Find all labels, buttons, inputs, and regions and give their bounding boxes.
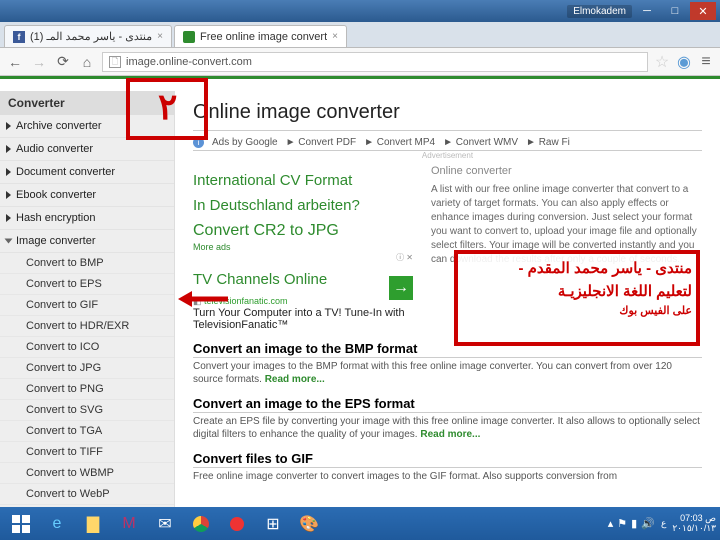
taskbar-ie-icon[interactable]: e	[40, 510, 74, 538]
page-icon: 🗋	[109, 56, 121, 68]
taskbar-mail-icon[interactable]: ✉	[148, 510, 182, 538]
info-icon: i	[193, 137, 204, 148]
tab-close-icon[interactable]: ×	[332, 31, 338, 42]
system-tray: ▴ ⚑ ▮ 🔊 ع 07:03 ص ٢٠١٥/١٠/١٣	[608, 514, 716, 534]
tray-flag-icon[interactable]: ⚑	[617, 517, 627, 530]
reload-button[interactable]: ⟳	[54, 53, 72, 71]
section-text: Convert your images to the BMP format wi…	[193, 360, 702, 386]
sub-svg[interactable]: Convert to SVG	[0, 400, 174, 421]
tray-up-icon[interactable]: ▴	[608, 517, 614, 530]
tab-strip: f (1) منتدى - ياسر محمد المـ × Free onli…	[0, 22, 720, 48]
ads-link[interactable]: ► Raw Fi	[526, 137, 570, 148]
ad-link-de[interactable]: In Deutschland arbeiten?	[193, 197, 413, 214]
go-arrow-icon[interactable]: →	[389, 276, 413, 300]
sub-bmp[interactable]: Convert to BMP	[0, 253, 174, 274]
read-more-link[interactable]: Read more...	[265, 374, 325, 385]
tray-vol-icon[interactable]: 🔊	[641, 517, 655, 530]
more-ads-link[interactable]: More ads	[193, 242, 413, 252]
section-heading: Convert an image to the BMP format	[193, 341, 702, 356]
sidebar-item-ebook[interactable]: Ebook converter	[0, 184, 174, 207]
sub-gif[interactable]: Convert to GIF	[0, 295, 174, 316]
sub-hdr[interactable]: Convert to HDR/EXR	[0, 316, 174, 337]
menu-icon[interactable]: ≡	[698, 54, 714, 70]
sub-ico[interactable]: Convert to ICO	[0, 337, 174, 358]
ad-host: ◧ televisionfanatic.com	[193, 296, 413, 307]
home-button[interactable]: ⌂	[78, 53, 96, 71]
browser-tab-1[interactable]: Free online image convert ×	[174, 25, 347, 47]
ad-link-tv[interactable]: TV Channels Online	[193, 271, 413, 288]
advert-label: Advertisement	[193, 151, 702, 160]
sidebar-item-audio[interactable]: Audio converter	[0, 138, 174, 161]
sidebar-item-document[interactable]: Document converter	[0, 161, 174, 184]
taskbar-chrome-icon[interactable]	[184, 510, 218, 538]
sub-jpg[interactable]: Convert to JPG	[0, 358, 174, 379]
browser-tab-0[interactable]: f (1) منتدى - ياسر محمد المـ ×	[4, 25, 172, 47]
read-more-link[interactable]: Read more...	[420, 429, 480, 440]
forward-button[interactable]: →	[30, 53, 48, 71]
sidebar-item-archive[interactable]: Archive converter	[0, 115, 174, 138]
sidebar-item-hash[interactable]: Hash encryption	[0, 207, 174, 230]
site-icon	[183, 31, 195, 43]
section-text: Create an EPS file by converting your im…	[193, 415, 702, 441]
tab-close-icon[interactable]: ×	[157, 31, 163, 42]
taskbar-opera-icon[interactable]	[220, 510, 254, 538]
extension-icon[interactable]: ◉	[676, 54, 692, 70]
close-button[interactable]: ✕	[690, 2, 716, 20]
facebook-icon: f	[13, 31, 25, 43]
start-button[interactable]	[4, 510, 38, 538]
tray-clock[interactable]: 07:03 ص ٢٠١٥/١٠/١٣	[672, 514, 716, 534]
ads-bar: i Ads by Google ► Convert PDF ► Convert …	[193, 135, 702, 151]
window-user: Elmokadem	[567, 5, 632, 18]
window-titlebar: Elmokadem ─ □ ✕	[0, 0, 720, 22]
sidebar-item-image[interactable]: Image converter	[0, 230, 174, 253]
address-bar: ← → ⟳ ⌂ 🗋 image.online-convert.com ☆ ◉ ≡	[0, 48, 720, 76]
tray-net-icon[interactable]: ▮	[631, 517, 637, 530]
bookmark-star-icon[interactable]: ☆	[654, 54, 670, 70]
taskbar-explorer-icon[interactable]: ▇	[76, 510, 110, 538]
section-heading: Convert an image to the EPS format	[193, 396, 702, 411]
taskbar-apps-icon[interactable]: ⊞	[256, 510, 290, 538]
sub-png[interactable]: Convert to PNG	[0, 379, 174, 400]
sub-webp[interactable]: Convert to WebP	[0, 484, 174, 505]
intro-heading: Online converter	[431, 164, 702, 179]
ads-link[interactable]: ► Convert PDF	[286, 137, 356, 148]
sidebar: Converter Archive converter Audio conver…	[0, 91, 175, 507]
tray-lang[interactable]: ع	[661, 518, 666, 529]
taskbar-paint-icon[interactable]: 🎨	[292, 510, 326, 538]
taskbar: e ▇ M ✉ ⊞ 🎨 ▴ ⚑ ▮ 🔊 ع 07:03 ص ٢٠١٥/١٠/١٣	[0, 507, 720, 540]
intro-text: A list with our free online image conver…	[431, 183, 702, 267]
ads-label: Ads by Google	[212, 137, 278, 148]
taskbar-app-icon[interactable]: M	[112, 510, 146, 538]
sub-tga[interactable]: Convert to TGA	[0, 421, 174, 442]
page-title: Online image converter	[193, 101, 702, 124]
section-text: Free online image converter to convert i…	[193, 470, 702, 483]
main-content: Online image converter i Ads by Google ►…	[175, 91, 720, 507]
maximize-button[interactable]: □	[662, 2, 688, 20]
ads-link[interactable]: ► Convert MP4	[364, 137, 435, 148]
ad-link-cv[interactable]: International CV Format	[193, 172, 413, 189]
section-heading: Convert files to GIF	[193, 451, 702, 466]
ads-link[interactable]: ► Convert WMV	[443, 137, 518, 148]
ad-link-cr2[interactable]: Convert CR2 to JPG	[193, 222, 413, 240]
back-button[interactable]: ←	[6, 53, 24, 71]
sidebar-header: Converter	[0, 91, 174, 115]
sub-tiff[interactable]: Convert to TIFF	[0, 442, 174, 463]
ad-close-icon[interactable]: ⓘ ✕	[193, 252, 413, 263]
minimize-button[interactable]: ─	[634, 2, 660, 20]
url-input[interactable]: 🗋 image.online-convert.com	[102, 52, 648, 72]
ad-desc: Turn Your Computer into a TV! Tune-In wi…	[193, 307, 413, 331]
sub-eps[interactable]: Convert to EPS	[0, 274, 174, 295]
sub-wbmp[interactable]: Convert to WBMP	[0, 463, 174, 484]
